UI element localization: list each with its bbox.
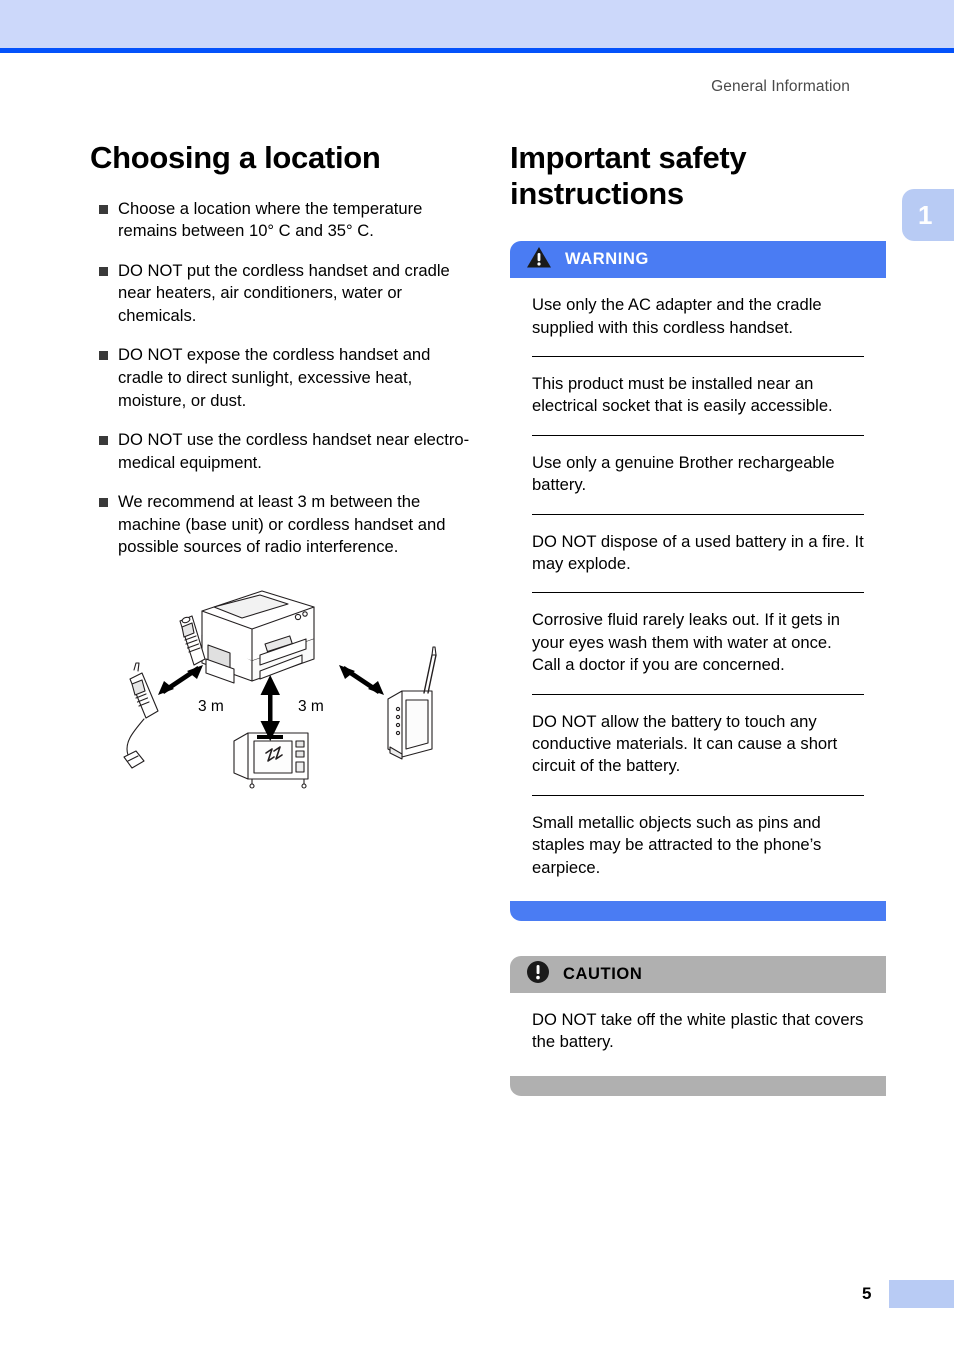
right-column: Important safety instructions WARNING Us… bbox=[510, 140, 886, 1106]
page-title-choosing-a-location: Choosing a location bbox=[90, 140, 381, 175]
header-band bbox=[0, 0, 954, 48]
square-bullet-icon bbox=[99, 351, 108, 361]
caution-box-footer bbox=[510, 1074, 886, 1096]
warning-item: Use only a genuine Brother rechargeable … bbox=[532, 434, 864, 514]
list-item-text: DO NOT use the cordless handset near ele… bbox=[118, 430, 470, 472]
chapter-tab: 1 bbox=[902, 189, 954, 241]
list-item: DO NOT use the cordless handset near ele… bbox=[90, 429, 470, 474]
warning-box-header: WARNING bbox=[510, 241, 886, 279]
warning-box-footer bbox=[510, 899, 886, 921]
corded-telephone-icon bbox=[123, 662, 159, 769]
caution-item: DO NOT take off the white plastic that c… bbox=[532, 1009, 864, 1052]
warning-item: Use only the AC adapter and the cradle s… bbox=[532, 295, 822, 337]
warning-item: DO NOT allow the battery to touch any co… bbox=[532, 693, 864, 795]
page-title-important-safety-instructions: Important safety instructions bbox=[510, 140, 747, 211]
fax-machine-icon bbox=[201, 590, 315, 684]
list-item-text: DO NOT expose the cordless handset and c… bbox=[118, 345, 431, 410]
warning-item: DO NOT dispose of a used battery in a fi… bbox=[532, 513, 864, 593]
square-bullet-icon bbox=[99, 204, 108, 214]
running-head: General Information bbox=[711, 78, 850, 95]
warning-item: This product must be installed near an e… bbox=[532, 356, 864, 435]
square-bullet-icon bbox=[99, 498, 108, 508]
square-bullet-icon bbox=[99, 436, 108, 446]
list-item-text: Choose a location where the temperature … bbox=[118, 198, 423, 241]
list-item: DO NOT put the cordless handset and crad… bbox=[90, 260, 470, 328]
warning-box-body: Use only the AC adapter and the cradle s… bbox=[510, 278, 886, 896]
list-item: We recommend at least 3 m between the ma… bbox=[90, 491, 470, 559]
microwave-oven-icon bbox=[233, 732, 309, 789]
cordless-handset-icon bbox=[179, 615, 206, 666]
list-item-text: We recommend at least 3 m between the ma… bbox=[118, 492, 446, 557]
list-item-text: DO NOT put the cordless handset and crad… bbox=[118, 260, 450, 325]
choosing-location-bullet-list: Choose a location where the temperature … bbox=[90, 198, 470, 559]
warning-box: WARNING Use only the AC adapter and the … bbox=[510, 241, 886, 921]
list-item: Choose a location where the temperature … bbox=[90, 198, 470, 243]
caution-exclamation-icon bbox=[526, 960, 550, 989]
distance-label-right: 3 m bbox=[298, 698, 324, 715]
warning-triangle-icon bbox=[526, 246, 552, 274]
caution-box: CAUTION DO NOT take off the white plasti… bbox=[510, 955, 886, 1096]
caution-box-label: CAUTION bbox=[563, 964, 643, 983]
header-rule bbox=[0, 48, 954, 53]
square-bullet-icon bbox=[99, 266, 108, 276]
chapter-tab-number: 1 bbox=[918, 199, 933, 230]
footer-color-block bbox=[889, 1280, 954, 1308]
caution-box-header: CAUTION bbox=[510, 955, 886, 993]
placement-diagram-illustration: 3 m 3 m bbox=[102, 583, 470, 818]
warning-item: Corrosive fluid rarely leaks out. If it … bbox=[532, 592, 864, 693]
list-item: DO NOT expose the cordless handset and c… bbox=[90, 344, 470, 412]
left-column: Choosing a location Choose a location wh… bbox=[90, 140, 470, 818]
warning-item: Small metallic objects such as pins and … bbox=[532, 794, 864, 896]
warning-box-label: WARNING bbox=[565, 250, 649, 269]
distance-arrows bbox=[158, 664, 384, 741]
wireless-router-icon bbox=[387, 646, 437, 760]
caution-box-body: DO NOT take off the white plastic that c… bbox=[510, 993, 886, 1071]
distance-label-left: 3 m bbox=[198, 698, 224, 715]
page-number: 5 bbox=[862, 1284, 872, 1303]
